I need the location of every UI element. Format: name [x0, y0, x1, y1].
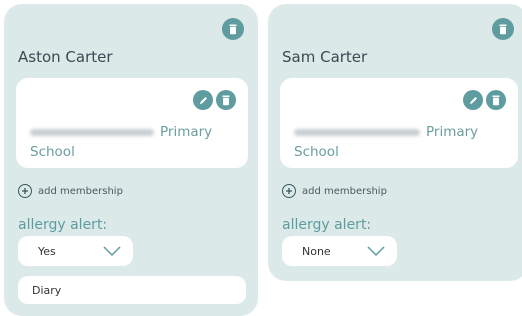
- member-name: Sam Carter: [282, 48, 368, 66]
- plus-circle-icon: [18, 184, 32, 198]
- school-suffix: Primary: [426, 124, 479, 140]
- school-suffix: Primary: [160, 124, 213, 140]
- edit-membership-button[interactable]: [463, 90, 483, 110]
- delete-member-button[interactable]: [222, 18, 244, 40]
- add-membership-link[interactable]: add membership: [282, 184, 387, 198]
- school-name: Primary School: [294, 122, 508, 162]
- trash-icon: [222, 95, 230, 105]
- pencil-icon: [469, 96, 477, 104]
- pencil-icon: [199, 96, 207, 104]
- redacted-text: [30, 128, 154, 136]
- trash-icon: [492, 95, 500, 105]
- add-membership-label: add membership: [38, 185, 123, 197]
- trash-icon: [229, 24, 237, 34]
- allergy-alert-value: None: [302, 244, 331, 258]
- plus-circle-icon: [282, 184, 296, 198]
- allergy-alert-label: allergy alert:: [18, 217, 108, 233]
- allergy-alert-label: allergy alert:: [282, 217, 372, 233]
- membership-panel: Primary School: [16, 78, 248, 168]
- redacted-text: [294, 128, 420, 136]
- member-card: Sam Carter Primary School add membership…: [268, 4, 522, 281]
- delete-membership-button[interactable]: [486, 90, 506, 110]
- delete-member-button[interactable]: [492, 18, 514, 40]
- chevron-down-icon: [103, 246, 121, 256]
- member-name: Aston Carter: [18, 48, 113, 66]
- school-line2: School: [30, 144, 75, 160]
- chevron-down-icon: [367, 246, 385, 256]
- allergy-alert-select[interactable]: Yes: [18, 236, 133, 266]
- membership-panel: Primary School: [280, 78, 518, 168]
- edit-membership-button[interactable]: [193, 90, 213, 110]
- add-membership-label: add membership: [302, 185, 387, 197]
- school-name: Primary School: [30, 122, 238, 162]
- allergy-alert-select[interactable]: None: [282, 236, 397, 266]
- allergy-note-text: Diary: [32, 283, 62, 297]
- allergy-alert-value: Yes: [38, 244, 56, 258]
- trash-icon: [499, 24, 507, 34]
- school-line2: School: [294, 144, 339, 160]
- member-card: Aston Carter Primary School add membersh…: [4, 4, 258, 316]
- allergy-note-field[interactable]: Diary: [18, 276, 246, 304]
- add-membership-link[interactable]: add membership: [18, 184, 123, 198]
- delete-membership-button[interactable]: [216, 90, 236, 110]
